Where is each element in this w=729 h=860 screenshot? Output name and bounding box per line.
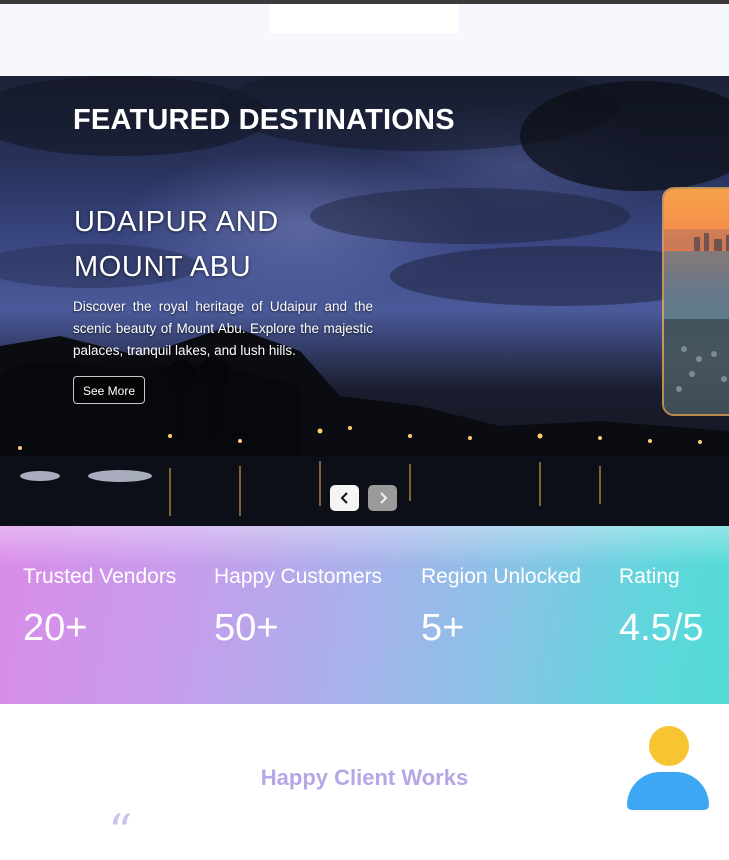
avatar-head: [649, 726, 689, 766]
destination-title-line1: UDAIPUR AND: [74, 206, 279, 238]
see-more-button[interactable]: See More: [73, 376, 146, 404]
stat-label: Rating: [619, 565, 680, 588]
stat-label: Happy Customers: [214, 565, 383, 588]
logo-placeholder[interactable]: [270, 4, 458, 33]
stat-region-unlocked: Region Unlocked 5+: [421, 565, 581, 650]
section-heading: FEATURED DESTINATIONS: [73, 104, 455, 136]
carousel-next-button[interactable]: [368, 485, 397, 511]
stat-value: 4.5/5: [619, 607, 704, 649]
next-destination-image: [664, 229, 729, 414]
header: [0, 4, 729, 76]
stat-rating: Rating 4.5/5: [619, 565, 704, 650]
destination-title: UDAIPUR AND MOUNT ABU: [74, 200, 354, 290]
user-avatar-icon: [626, 724, 710, 810]
destination-title-line2: MOUNT ABU: [74, 251, 252, 283]
next-destination-card[interactable]: [664, 189, 729, 414]
stat-label: Region Unlocked: [421, 565, 581, 588]
quote-icon: “: [108, 804, 133, 860]
stat-label: Trusted Vendors: [23, 565, 177, 588]
stat-happy-customers: Happy Customers 50+: [214, 565, 382, 650]
stat-value: 5+: [421, 607, 465, 649]
avatar-body: [627, 772, 709, 810]
stat-value: 20+: [23, 607, 88, 649]
chevron-right-icon: [379, 492, 387, 504]
testimonials-heading: Happy Client Works: [260, 765, 469, 790]
destination-description: Discover the royal heritage of Udaipur a…: [73, 299, 373, 358]
stats-section: Trusted Vendors 20+ Happy Customers 50+ …: [0, 526, 729, 704]
chevron-left-icon: [340, 492, 348, 504]
carousel-prev-button[interactable]: [330, 485, 359, 511]
featured-destinations-carousel: FEATURED DESTINATIONS UDAIPUR AND MOUNT …: [0, 76, 729, 526]
stat-value: 50+: [214, 607, 279, 649]
stat-trusted-vendors: Trusted Vendors 20+: [23, 565, 176, 650]
